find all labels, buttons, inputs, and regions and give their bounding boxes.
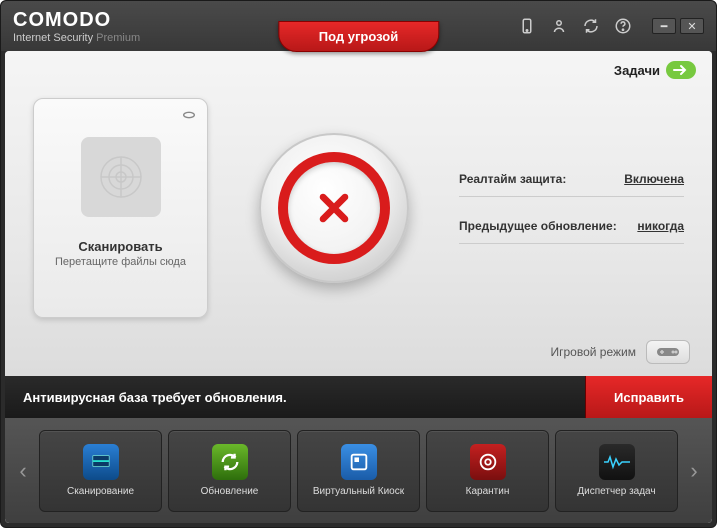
update-icon	[212, 444, 248, 480]
quick-taskmgr-button[interactable]: Диспетчер задач	[555, 430, 678, 512]
mobile-icon[interactable]	[516, 17, 538, 35]
brand: COMODO Internet Security Premium	[13, 9, 140, 44]
help-icon[interactable]	[612, 17, 634, 35]
realtime-label: Реалтайм защита:	[459, 172, 566, 186]
update-value[interactable]: никогда	[637, 219, 684, 233]
app-window: COMODO Internet Security Premium Под угр…	[0, 0, 717, 528]
realtime-value[interactable]: Включена	[624, 172, 684, 186]
brand-subline: Internet Security Premium	[13, 32, 140, 44]
game-mode-label: Игровой режим	[551, 345, 637, 359]
update-row: Предыдущее обновление: никогда	[459, 219, 684, 244]
tasks-arrow-icon	[666, 61, 696, 79]
alert-message: Антивирусная база требует обновления.	[23, 390, 287, 405]
status-ring	[278, 152, 390, 264]
center-column	[228, 133, 439, 283]
window-buttons: ━ ✕	[652, 18, 704, 34]
cross-icon	[312, 186, 356, 230]
tasks-link[interactable]: Задачи	[614, 61, 696, 79]
brand-name: COMODO	[13, 9, 140, 32]
minimize-button[interactable]: ━	[652, 18, 676, 34]
tasks-label: Задачи	[614, 63, 660, 78]
quick-label: Диспетчер задач	[577, 486, 655, 497]
monitor-icon	[83, 444, 119, 480]
quick-kiosk-button[interactable]: Виртуальный Киоск	[297, 430, 420, 512]
waveform-icon	[599, 444, 635, 480]
scan-refresh-icon	[181, 107, 197, 125]
fix-button[interactable]: Исправить	[585, 376, 712, 418]
update-label: Предыдущее обновление:	[459, 219, 617, 233]
quick-actions-footer: ‹ Сканирование Обновление Виртуальный Ки…	[5, 418, 712, 523]
quick-label: Карантин	[466, 486, 510, 497]
gamepad-icon	[656, 345, 680, 359]
quarantine-icon	[470, 444, 506, 480]
game-mode-button[interactable]	[646, 340, 690, 364]
scan-title: Сканировать	[78, 239, 162, 254]
scan-card[interactable]: Сканировать Перетащите файлы сюда	[33, 98, 208, 318]
quick-scan-button[interactable]: Сканирование	[39, 430, 162, 512]
realtime-row: Реалтайм защита: Включена	[459, 172, 684, 197]
quick-label: Сканирование	[67, 486, 134, 497]
kiosk-icon	[341, 444, 377, 480]
main-area: Задачи Сканировать Перетащите файлы сюда	[5, 51, 712, 523]
scan-subtitle: Перетащите файлы сюда	[55, 256, 186, 268]
quick-prev-button[interactable]: ‹	[13, 458, 33, 484]
main-status-button[interactable]	[259, 133, 409, 283]
quick-update-button[interactable]: Обновление	[168, 430, 291, 512]
support-icon[interactable]	[548, 17, 570, 35]
titlebar: COMODO Internet Security Premium Под угр…	[1, 1, 716, 51]
game-mode-bar: Игровой режим	[545, 336, 697, 366]
status-ribbon: Под угрозой	[278, 21, 439, 52]
refresh-icon[interactable]	[580, 17, 602, 35]
quick-label: Обновление	[201, 486, 259, 497]
alert-bar: Антивирусная база требует обновления. Ис…	[5, 376, 712, 418]
quick-next-button[interactable]: ›	[684, 458, 704, 484]
info-column: Реалтайм защита: Включена Предыдущее обн…	[459, 172, 684, 244]
close-button[interactable]: ✕	[680, 18, 704, 34]
title-icons: ━ ✕	[516, 17, 704, 35]
content-row: Сканировать Перетащите файлы сюда Реалта…	[21, 79, 696, 336]
quick-label: Виртуальный Киоск	[313, 486, 404, 497]
scan-radar-icon	[81, 137, 161, 217]
quick-quarantine-button[interactable]: Карантин	[426, 430, 549, 512]
main-body: Задачи Сканировать Перетащите файлы сюда	[5, 51, 712, 376]
